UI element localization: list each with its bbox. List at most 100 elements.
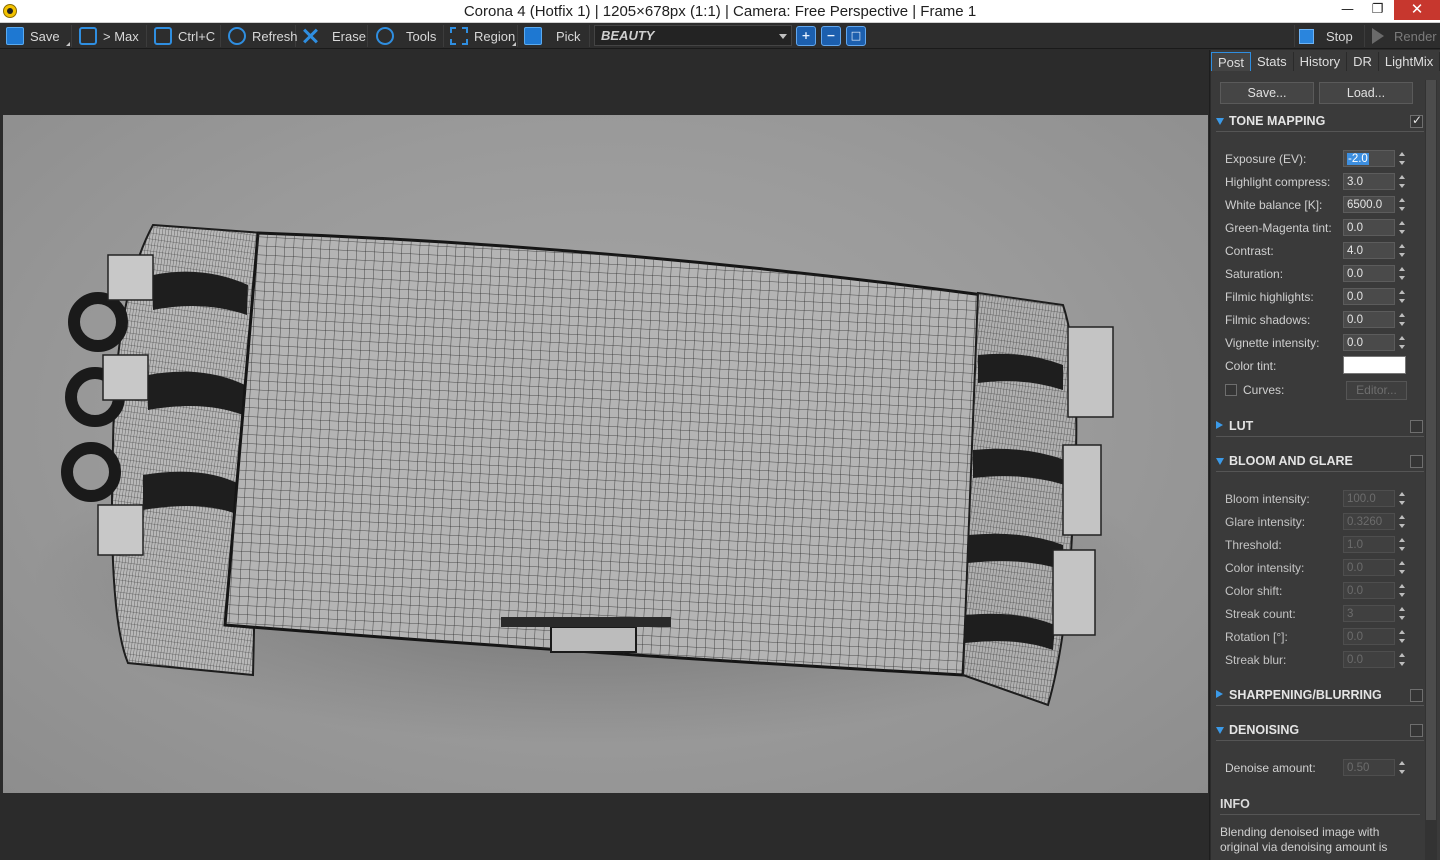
- close-button[interactable]: ✕: [1394, 0, 1440, 20]
- color-shift-field[interactable]: 0.0: [1343, 582, 1395, 599]
- expand-arrow-icon: [1216, 118, 1224, 125]
- tab-lightmix[interactable]: LightMix: [1379, 52, 1440, 71]
- refresh-button[interactable]: Refresh: [224, 25, 298, 47]
- render-button[interactable]: Render: [1368, 25, 1440, 47]
- tone-mapping-header[interactable]: TONE MAPPING: [1216, 112, 1424, 132]
- denoising-checkbox[interactable]: [1410, 724, 1423, 737]
- bloom-glare-checkbox[interactable]: [1410, 455, 1423, 468]
- tab-history[interactable]: History: [1294, 52, 1348, 71]
- spinner-arrows-icon[interactable]: [1398, 651, 1406, 669]
- streak-count-field[interactable]: 3: [1343, 605, 1395, 622]
- bloom-glare-header[interactable]: BLOOM AND GLARE: [1216, 452, 1424, 472]
- copy-icon: [154, 27, 172, 45]
- tab-dr[interactable]: DR: [1347, 52, 1379, 71]
- spinner-arrows-icon[interactable]: [1398, 559, 1406, 577]
- spinner-arrows-icon[interactable]: [1398, 582, 1406, 600]
- maximize-button[interactable]: ❐: [1363, 0, 1392, 20]
- zoom-fit-button[interactable]: □: [846, 26, 866, 46]
- threshold-row: Threshold: 1.0: [1225, 535, 1410, 555]
- refresh-label: Refresh: [252, 28, 298, 44]
- spinner-arrows-icon[interactable]: [1398, 513, 1406, 531]
- green-magenta-field[interactable]: 0.0: [1343, 219, 1395, 236]
- lut-title: LUT: [1229, 419, 1254, 433]
- spinner-arrows-icon[interactable]: [1398, 605, 1406, 623]
- pick-label: Pick: [556, 28, 581, 44]
- tone-mapping-checkbox[interactable]: [1410, 113, 1423, 128]
- stop-button[interactable]: Stop: [1294, 25, 1365, 47]
- exposure-field[interactable]: -2.0: [1343, 150, 1395, 167]
- rendered-image[interactable]: [3, 115, 1208, 793]
- panel-scrollbar-thumb[interactable]: [1426, 80, 1436, 820]
- saturation-field[interactable]: 0.0: [1343, 265, 1395, 282]
- lut-checkbox[interactable]: [1410, 420, 1423, 433]
- white-balance-label: White balance [K]:: [1225, 198, 1323, 212]
- curves-checkbox[interactable]: [1225, 384, 1237, 396]
- spinner-arrows-icon[interactable]: [1398, 334, 1406, 352]
- minimize-button[interactable]: —: [1333, 0, 1362, 20]
- save-settings-button[interactable]: Save...: [1220, 82, 1314, 104]
- render-pass-dropdown[interactable]: BEAUTY: [594, 25, 792, 46]
- spinner-arrows-icon[interactable]: [1398, 288, 1406, 306]
- spinner-arrows-icon[interactable]: [1398, 536, 1406, 554]
- curves-editor-button[interactable]: Editor...: [1346, 381, 1407, 400]
- filmic-highlights-row: Filmic highlights: 0.0: [1225, 287, 1410, 307]
- save-button[interactable]: Save: [2, 25, 72, 47]
- load-settings-button[interactable]: Load...: [1319, 82, 1413, 104]
- denoising-header[interactable]: DENOISING: [1216, 721, 1424, 741]
- lut-header[interactable]: LUT: [1216, 417, 1424, 437]
- pick-button[interactable]: Pick: [520, 25, 590, 47]
- tone-mapping-title: TONE MAPPING: [1229, 114, 1326, 128]
- render-viewport[interactable]: [0, 50, 1210, 860]
- erase-button[interactable]: Erase: [298, 25, 368, 47]
- spinner-arrows-icon[interactable]: [1398, 150, 1406, 168]
- filmic-shadows-field[interactable]: 0.0: [1343, 311, 1395, 328]
- panel-tabs: Post Stats History DR LightMix: [1211, 52, 1440, 71]
- send-to-max-button[interactable]: > Max: [75, 25, 147, 47]
- zoom-out-button[interactable]: −: [821, 26, 841, 46]
- tools-button[interactable]: Tools: [372, 25, 444, 47]
- filmic-highlights-field[interactable]: 0.0: [1343, 288, 1395, 305]
- rotation-row: Rotation [°]: 0.0: [1225, 627, 1410, 647]
- spinner-arrows-icon[interactable]: [1398, 173, 1406, 191]
- streak-blur-field[interactable]: 0.0: [1343, 651, 1395, 668]
- spinner-arrows-icon[interactable]: [1398, 628, 1406, 646]
- highlight-compress-field[interactable]: 3.0: [1343, 173, 1395, 190]
- spinner-arrows-icon[interactable]: [1398, 196, 1406, 214]
- bloom-intensity-row: Bloom intensity: 100.0: [1225, 489, 1410, 509]
- zoom-out-icon: −: [826, 29, 836, 42]
- spinner-arrows-icon[interactable]: [1398, 759, 1406, 777]
- info-text: Blending denoised image with original vi…: [1220, 825, 1388, 854]
- highlight-compress-label: Highlight compress:: [1225, 175, 1331, 189]
- color-tint-swatch[interactable]: [1343, 356, 1406, 374]
- zoom-in-button[interactable]: +: [796, 26, 816, 46]
- spinner-arrows-icon[interactable]: [1398, 490, 1406, 508]
- glare-intensity-field[interactable]: 0.3260: [1343, 513, 1395, 530]
- spinner-arrows-icon[interactable]: [1398, 219, 1406, 237]
- bloom-intensity-field[interactable]: 100.0: [1343, 490, 1395, 507]
- vignette-field[interactable]: 0.0: [1343, 334, 1395, 351]
- erase-icon: [302, 27, 320, 45]
- contrast-field[interactable]: 4.0: [1343, 242, 1395, 259]
- color-intensity-field[interactable]: 0.0: [1343, 559, 1395, 576]
- denoise-amount-row: Denoise amount: 0.50: [1225, 758, 1410, 778]
- render-label: Render: [1394, 28, 1437, 44]
- erase-label: Erase: [332, 28, 366, 44]
- rotation-field[interactable]: 0.0: [1343, 628, 1395, 645]
- save-label: Save: [30, 28, 60, 44]
- curves-row: Curves: Editor...: [1225, 380, 1410, 400]
- spinner-arrows-icon[interactable]: [1398, 311, 1406, 329]
- spinner-arrows-icon[interactable]: [1398, 242, 1406, 260]
- sharpening-checkbox[interactable]: [1410, 689, 1423, 702]
- tab-post[interactable]: Post: [1211, 52, 1252, 71]
- threshold-field[interactable]: 1.0: [1343, 536, 1395, 553]
- region-button[interactable]: Region: [446, 25, 518, 47]
- tab-stats[interactable]: Stats: [1251, 52, 1294, 71]
- spinner-arrows-icon[interactable]: [1398, 265, 1406, 283]
- white-balance-row: White balance [K]: 6500.0: [1225, 195, 1410, 215]
- white-balance-field[interactable]: 6500.0: [1343, 196, 1395, 213]
- send-to-max-label: > Max: [103, 28, 139, 44]
- denoise-amount-field[interactable]: 0.50: [1343, 759, 1395, 776]
- sharpening-header[interactable]: SHARPENING/BLURRING: [1216, 686, 1424, 706]
- copy-button[interactable]: Ctrl+C: [150, 25, 221, 47]
- expand-arrow-icon: [1216, 458, 1224, 465]
